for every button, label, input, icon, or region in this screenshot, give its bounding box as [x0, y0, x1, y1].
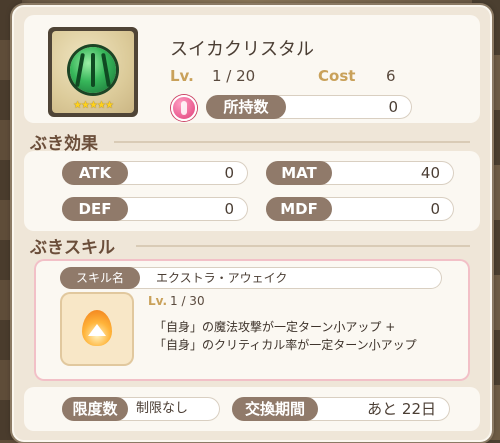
stat-atk: ATK 0 — [62, 161, 248, 185]
exchange-label: 交換期間 — [232, 397, 318, 421]
skill-name-bar: スキル名 エクストラ・アウェイク — [60, 267, 442, 289]
item-thumbnail: ★★★★★ — [48, 27, 138, 117]
skill-name-label: スキル名 — [60, 267, 140, 289]
owned-gem-icon — [171, 95, 197, 121]
skill-divider — [136, 245, 470, 247]
stat-def-value: 0 — [224, 200, 234, 218]
limit-label: 限度数 — [62, 397, 128, 421]
stat-mat-label: MAT — [266, 161, 332, 185]
stat-def: DEF 0 — [62, 197, 248, 221]
owned-label: 所持数 — [206, 95, 286, 119]
skill-description-line: 「自身」のクリティカル率が一定ターン小アップ — [154, 338, 417, 352]
up-arrow-icon — [88, 324, 106, 336]
cost-label: Cost — [318, 67, 356, 85]
skill-description-line: 「自身」の魔法攻撃が一定ターン小アップ + — [154, 320, 396, 334]
skill-name-value: エクストラ・アウェイク — [156, 271, 288, 285]
owned-value: 0 — [388, 98, 398, 116]
limit-value: 制限なし — [136, 401, 189, 416]
item-name: スイカクリスタル — [170, 39, 314, 60]
stat-mdf: MDF 0 — [266, 197, 454, 221]
stat-atk-value: 0 — [224, 164, 234, 182]
weapon-detail-panel: ★★★★★ スイカクリスタル Lv. 1 / 20 Cost 6 所持数 0 ぶ… — [12, 5, 492, 442]
skill-level-value: 1 / 30 — [170, 294, 205, 308]
item-header: ★★★★★ スイカクリスタル Lv. 1 / 20 Cost 6 所持数 0 — [24, 15, 480, 123]
stats-box: ATK 0 MAT 40 DEF 0 MDF 0 — [24, 151, 480, 231]
footer-box: 限度数 制限なし 交換期間 あと 22日 — [24, 387, 480, 431]
fire-skill-icon — [62, 294, 132, 364]
cost-value: 6 — [386, 67, 396, 85]
watermelon-crystal-icon — [70, 47, 116, 93]
stat-mat-value: 40 — [420, 164, 440, 182]
level-label: Lv. — [170, 67, 194, 85]
exchange-pill: 交換期間 あと 22日 — [232, 397, 450, 421]
skill-level-label: Lv. — [148, 294, 168, 308]
stat-atk-label: ATK — [62, 161, 128, 185]
stat-def-label: DEF — [62, 197, 128, 221]
stat-mdf-value: 0 — [430, 200, 440, 218]
stat-mdf-label: MDF — [266, 197, 332, 221]
effects-divider — [114, 141, 470, 143]
rarity-stars: ★★★★★ — [73, 100, 114, 111]
limit-pill: 限度数 制限なし — [62, 397, 220, 421]
owned-count-pill: 所持数 0 — [206, 95, 412, 119]
exchange-value: あと 22日 — [367, 400, 436, 418]
skill-section-title: ぶきスキル — [30, 238, 115, 258]
stat-mat: MAT 40 — [266, 161, 454, 185]
level-value: 1 / 20 — [212, 67, 256, 85]
